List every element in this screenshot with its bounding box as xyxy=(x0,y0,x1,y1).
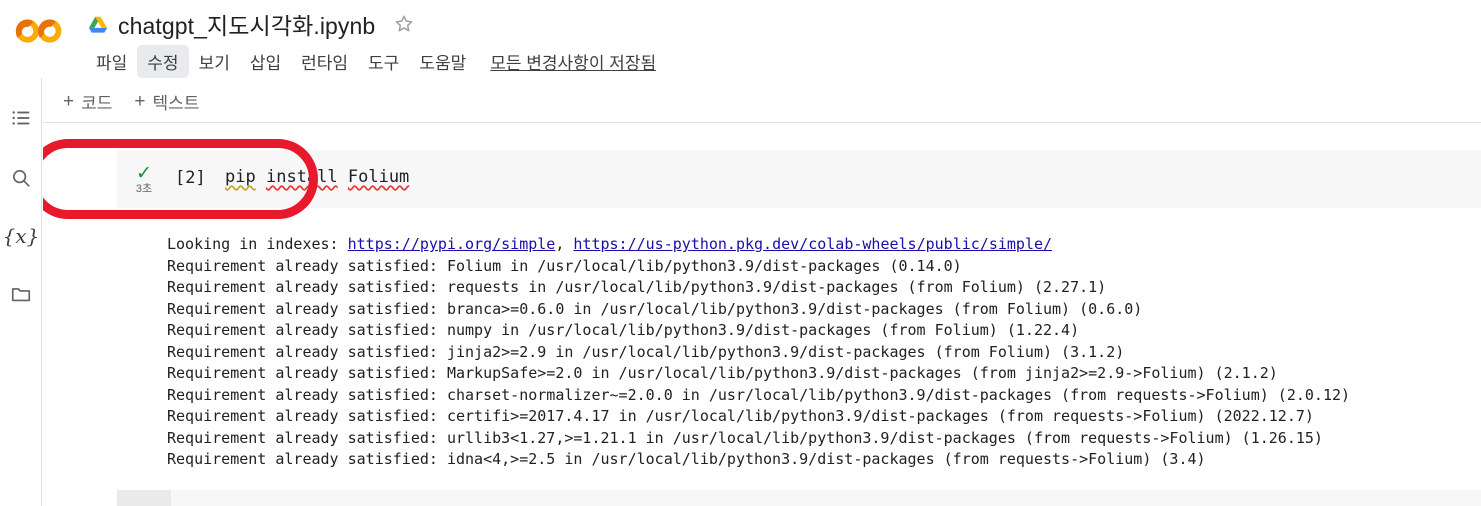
output-line: Requirement already satisfied: numpy in … xyxy=(167,320,1481,342)
cell-output-text: Looking in indexes: https://pypi.org/sim… xyxy=(117,234,1481,471)
output-link[interactable]: https://us-python.pkg.dev/colab-wheels/p… xyxy=(573,235,1052,253)
google-drive-icon xyxy=(88,15,110,35)
output-text: Requirement already satisfied: branca>=0… xyxy=(167,299,1143,318)
search-icon[interactable] xyxy=(8,165,34,191)
table-of-contents-icon[interactable] xyxy=(8,105,34,131)
execution-count-label: [2] xyxy=(175,168,206,188)
green-check-icon: ✓ xyxy=(136,162,152,184)
cell-toolbar: + 코드 + 텍스트 xyxy=(43,80,1481,123)
code-token-pip: pip xyxy=(225,167,256,187)
next-cell-preview[interactable] xyxy=(117,490,1481,506)
app-header: chatgpt_지도시각화.ipynb 파일 수정 보기 삽입 런타임 도구 도… xyxy=(0,0,1481,78)
output-text: Requirement already satisfied: idna<4,>=… xyxy=(167,450,1206,468)
output-text: Requirement already satisfied: certifi>=… xyxy=(167,407,1314,425)
output-text: , xyxy=(555,235,574,253)
output-line: Requirement already satisfied: idna<4,>=… xyxy=(167,449,1481,471)
output-line: Requirement already satisfied: jinja2>=2… xyxy=(167,342,1481,364)
variables-label: {x} xyxy=(2,224,40,248)
menu-item-insert[interactable]: 삽입 xyxy=(240,45,291,78)
output-text: Looking in indexes: xyxy=(167,235,348,253)
output-line: Requirement already satisfied: MarkupSaf… xyxy=(167,363,1481,385)
add-text-label: 텍스트 xyxy=(152,93,200,113)
code-editor-text[interactable]: pip install Folium xyxy=(225,167,409,187)
output-text: Requirement already satisfied: urllib3<1… xyxy=(167,428,1323,447)
files-folder-icon[interactable] xyxy=(8,281,34,307)
next-cell-gutter[interactable] xyxy=(117,490,171,506)
code-token-folium: Folium xyxy=(347,167,410,187)
star-icon[interactable] xyxy=(393,13,415,35)
variables-icon[interactable]: {x} xyxy=(3,223,40,249)
menu-item-tools[interactable]: 도구 xyxy=(358,45,409,78)
menu-item-help[interactable]: 도움말 xyxy=(409,45,476,78)
output-text: Requirement already satisfied: charset-n… xyxy=(167,385,1351,404)
execution-time-label: 3초 xyxy=(135,182,153,195)
menu-item-file[interactable]: 파일 xyxy=(86,45,137,78)
output-link[interactable]: https://pypi.org/simple xyxy=(348,235,556,253)
menu-item-view[interactable]: 보기 xyxy=(189,45,240,78)
colab-logo[interactable] xyxy=(14,14,66,48)
output-line: Requirement already satisfied: urllib3<1… xyxy=(167,428,1481,450)
add-code-label: 코드 xyxy=(81,93,113,113)
output-line: Looking in indexes: https://pypi.org/sim… xyxy=(167,234,1481,256)
notebook-body: ✓ 3초 [2] pip install Folium Looking in i… xyxy=(43,124,1481,506)
output-line: Requirement already satisfied: branca>=0… xyxy=(167,299,1481,321)
code-token-install: install xyxy=(265,167,338,187)
output-text: Requirement already satisfied: Folium in… xyxy=(167,256,962,275)
code-cell[interactable]: ✓ 3초 [2] pip install Folium xyxy=(117,150,1481,208)
cell-run-gutter[interactable]: ✓ 3초 xyxy=(117,150,171,208)
output-line: Requirement already satisfied: Folium in… xyxy=(167,256,1481,278)
menu-bar: 파일 수정 보기 삽입 런타임 도구 도움말 모든 변경사항이 저장됨 xyxy=(86,45,656,78)
document-title-row: chatgpt_지도시각화.ipynb xyxy=(88,6,415,42)
output-text: Requirement already satisfied: jinja2>=2… xyxy=(167,342,1125,361)
add-text-cell-button[interactable]: + 텍스트 xyxy=(134,89,199,114)
output-text: Requirement already satisfied: requests … xyxy=(167,278,1107,296)
output-text: Requirement already satisfied: numpy in … xyxy=(167,321,1080,339)
menu-item-edit[interactable]: 수정 xyxy=(137,45,189,78)
output-line: Requirement already satisfied: charset-n… xyxy=(167,385,1481,407)
save-status-link[interactable]: 모든 변경사항이 저장됨 xyxy=(490,49,656,74)
menu-item-runtime[interactable]: 런타임 xyxy=(291,45,358,78)
left-sidebar: {x} xyxy=(0,78,42,506)
plus-icon: + xyxy=(134,90,146,112)
add-code-cell-button[interactable]: + 코드 xyxy=(63,89,112,114)
plus-icon: + xyxy=(63,90,75,112)
output-text: Requirement already satisfied: MarkupSaf… xyxy=(167,364,1278,382)
page-title[interactable]: chatgpt_지도시각화.ipynb xyxy=(118,7,375,41)
output-line: Requirement already satisfied: certifi>=… xyxy=(167,406,1481,428)
output-line: Requirement already satisfied: requests … xyxy=(167,277,1481,299)
